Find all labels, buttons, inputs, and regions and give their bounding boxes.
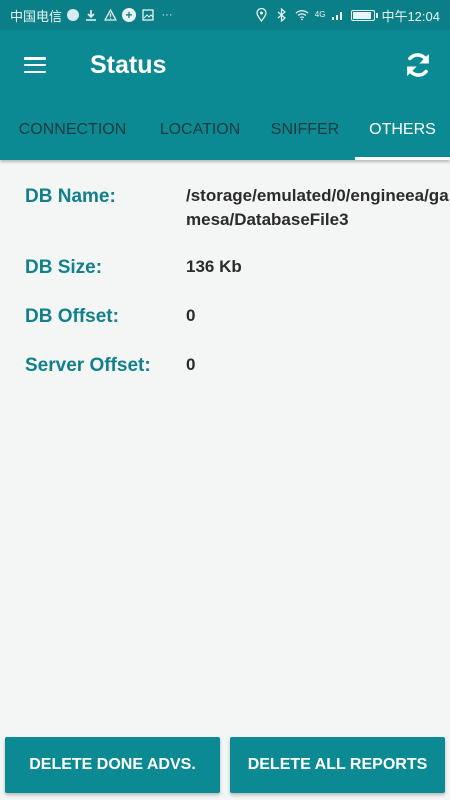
db-name-label: DB Name: xyxy=(25,186,116,207)
image-icon xyxy=(141,8,155,22)
wifi-icon xyxy=(295,8,309,22)
tab-others[interactable]: OTHERS xyxy=(355,100,450,160)
status-time: 中午12:04 xyxy=(381,8,440,24)
app-bar: Status xyxy=(0,30,450,100)
tab-sniffer[interactable]: SNIFFER xyxy=(255,100,355,160)
tab-bar: CONNECTION LOCATION SNIFFER OTHERS xyxy=(0,100,450,160)
db-name-value: /storage/emulated/0/engineea/gamesa/Data… xyxy=(186,186,449,229)
server-offset-label: Server Offset: xyxy=(25,355,151,376)
detail-row-db-offset: DB Offset: 0 xyxy=(0,304,450,330)
refresh-button[interactable] xyxy=(386,30,450,100)
page-title: Status xyxy=(90,50,167,79)
db-offset-label: DB Offset: xyxy=(25,306,119,327)
warning-icon xyxy=(103,8,117,22)
menu-button[interactable] xyxy=(0,30,70,100)
bottom-action-bar: DELETE DONE ADVS. DELETE ALL REPORTS xyxy=(0,730,450,800)
status-bar-left: 中国电信 + ··· xyxy=(10,6,174,25)
delete-done-advs-button[interactable]: DELETE DONE ADVS. xyxy=(5,737,220,793)
carrier-circle-icon xyxy=(67,9,80,21)
network-type: 4G xyxy=(314,10,326,19)
detail-row-server-offset: Server Offset: 0 xyxy=(0,353,450,379)
plus-circle-icon: + xyxy=(122,8,137,22)
detail-row-db-size: DB Size: 136 Kb xyxy=(0,255,450,281)
location-icon xyxy=(255,8,269,22)
db-size-label: DB Size: xyxy=(25,257,103,278)
refresh-icon xyxy=(407,53,429,77)
battery-icon xyxy=(351,9,379,21)
detail-row-db-name: DB Name: /storage/emulated/0/engineea/ga… xyxy=(0,184,450,232)
db-offset-value: 0 xyxy=(186,306,196,325)
status-bar: 中国电信 + ··· 4G 中午12:04 xyxy=(0,0,450,30)
bluetooth-icon xyxy=(275,8,289,22)
status-bar-right: 4G 中午12:04 xyxy=(255,6,440,25)
db-size-value: 136 Kb xyxy=(186,257,242,276)
status-details: DB Name: /storage/emulated/0/engineea/ga… xyxy=(0,160,450,730)
download-icon xyxy=(84,8,98,22)
signal-icon xyxy=(331,8,345,22)
more-dots-icon: ··· xyxy=(161,8,173,21)
tab-location[interactable]: LOCATION xyxy=(145,100,255,160)
tab-connection[interactable]: CONNECTION xyxy=(0,100,145,160)
carrier-name: 中国电信 xyxy=(10,8,63,24)
hamburger-menu-icon xyxy=(24,57,46,73)
delete-all-reports-button[interactable]: DELETE ALL REPORTS xyxy=(230,737,445,793)
server-offset-value: 0 xyxy=(186,355,196,374)
